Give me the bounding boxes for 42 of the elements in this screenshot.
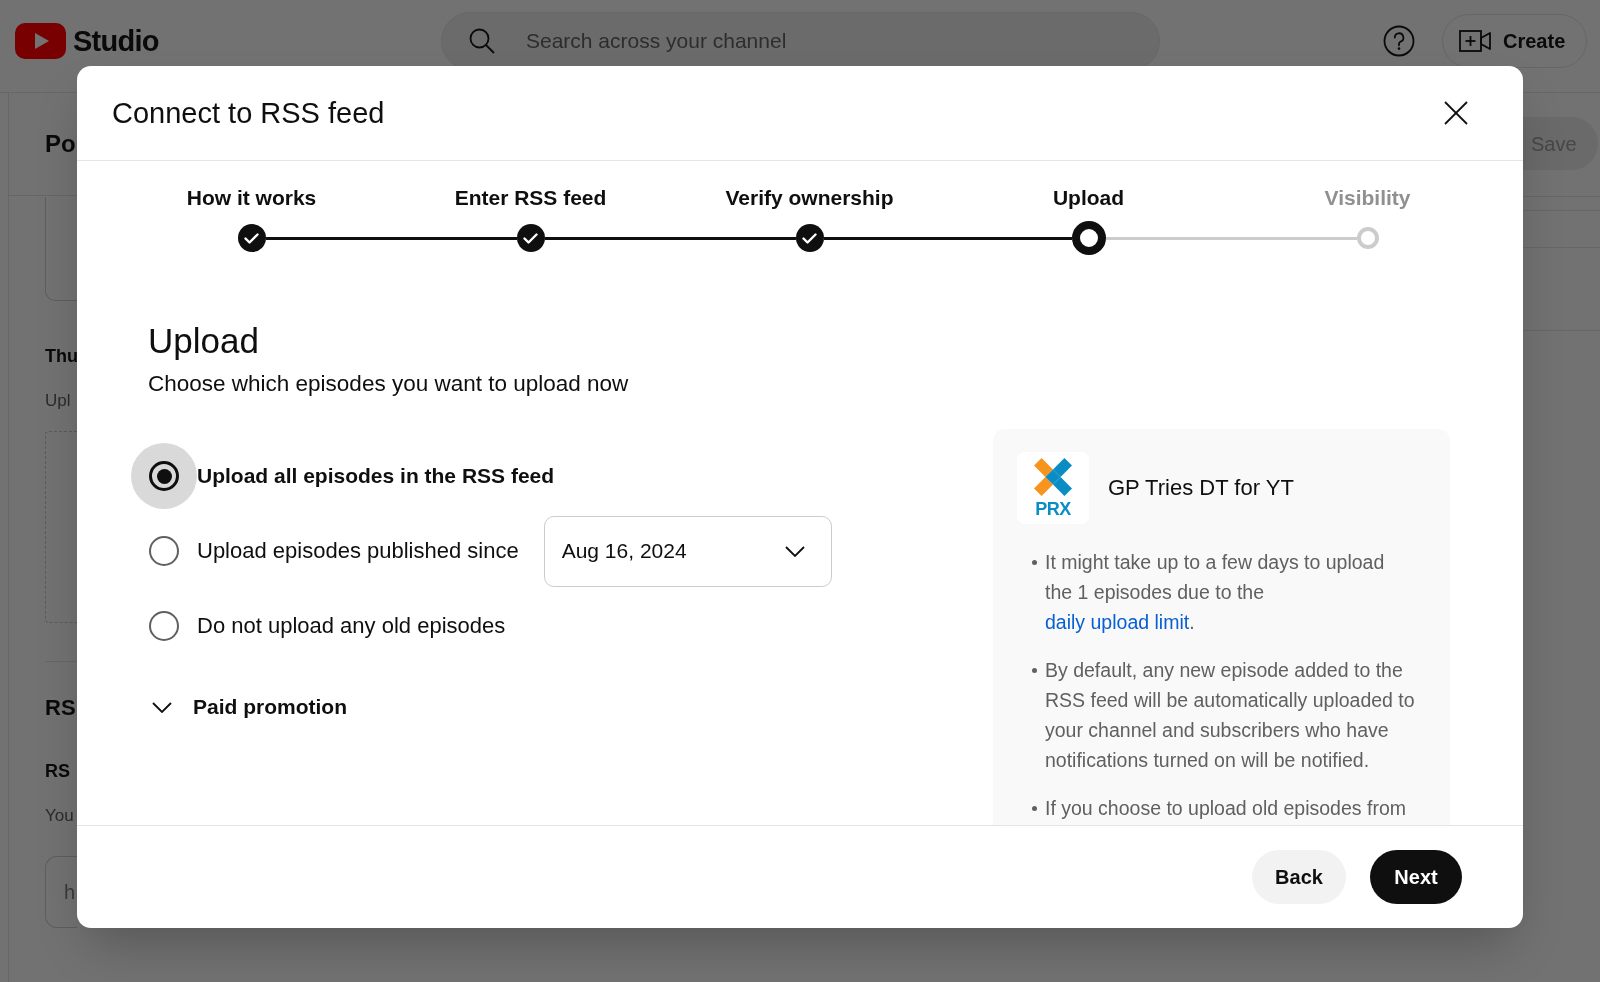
- close-button[interactable]: [1444, 101, 1468, 125]
- close-icon: [1444, 101, 1468, 125]
- play-logo-icon: [15, 22, 66, 59]
- channel-name: GP Tries DT for YT: [1108, 474, 1294, 502]
- bullet-text: If you choose to upload old episodes from: [1045, 796, 1407, 821]
- chevron-down-icon: [784, 545, 805, 557]
- paid-promotion-toggle[interactable]: Paid promotion: [152, 687, 347, 727]
- next-button[interactable]: Next: [1370, 850, 1462, 904]
- radio-button[interactable]: [149, 611, 179, 641]
- step-label: Visibility: [1324, 186, 1411, 210]
- bullet-text: It might take up to a few days to upload the 1 episodes due to the daily upload limit.: [1045, 550, 1386, 635]
- step-label: Upload: [1052, 186, 1125, 210]
- radio-label: Do not upload any old episodes: [197, 612, 506, 640]
- logo-text: PRX: [1035, 501, 1071, 518]
- bullet-text: By default, any new episode added to the RSS feed will be automatically uploaded to your channel and subscribers who have notifications turned on will be notified.: [1045, 658, 1416, 773]
- cross-logo-icon: [1034, 458, 1072, 496]
- help-button[interactable]: [1383, 24, 1415, 57]
- bullet-icon: [1032, 560, 1037, 565]
- radio-label: Upload episodes published since: [197, 537, 519, 565]
- search-icon: [469, 27, 495, 54]
- bullet-icon: [1032, 668, 1037, 673]
- back-button[interactable]: Back: [1252, 850, 1346, 904]
- link[interactable]: daily upload limit: [1045, 611, 1190, 633]
- step-label: Enter RSS feed: [454, 186, 607, 210]
- section-heading: RS: [45, 694, 77, 722]
- section-hint: Upl: [45, 390, 72, 412]
- step-label: How it works: [186, 186, 317, 210]
- date-dropdown[interactable]: Aug 16, 2024: [543, 515, 832, 587]
- logo-text: Studio: [73, 23, 159, 59]
- page-title: Po: [45, 129, 76, 159]
- bullet-icon: [1032, 806, 1037, 811]
- step-label: Verify ownership: [725, 186, 894, 210]
- radio-button[interactable]: [149, 536, 179, 566]
- section-label: RS: [45, 760, 71, 783]
- section-heading: Upload: [148, 321, 259, 361]
- section-hint: You: [45, 805, 75, 827]
- camera-plus-icon: [1459, 29, 1491, 52]
- dialog-title: Connect to RSS feed: [112, 96, 385, 130]
- radio-label: Upload all episodes in the RSS feed: [197, 463, 555, 489]
- help-icon: [1383, 24, 1415, 57]
- section-label: Thu: [45, 345, 77, 368]
- section-subtitle: Choose which episodes you want to upload now: [148, 370, 629, 398]
